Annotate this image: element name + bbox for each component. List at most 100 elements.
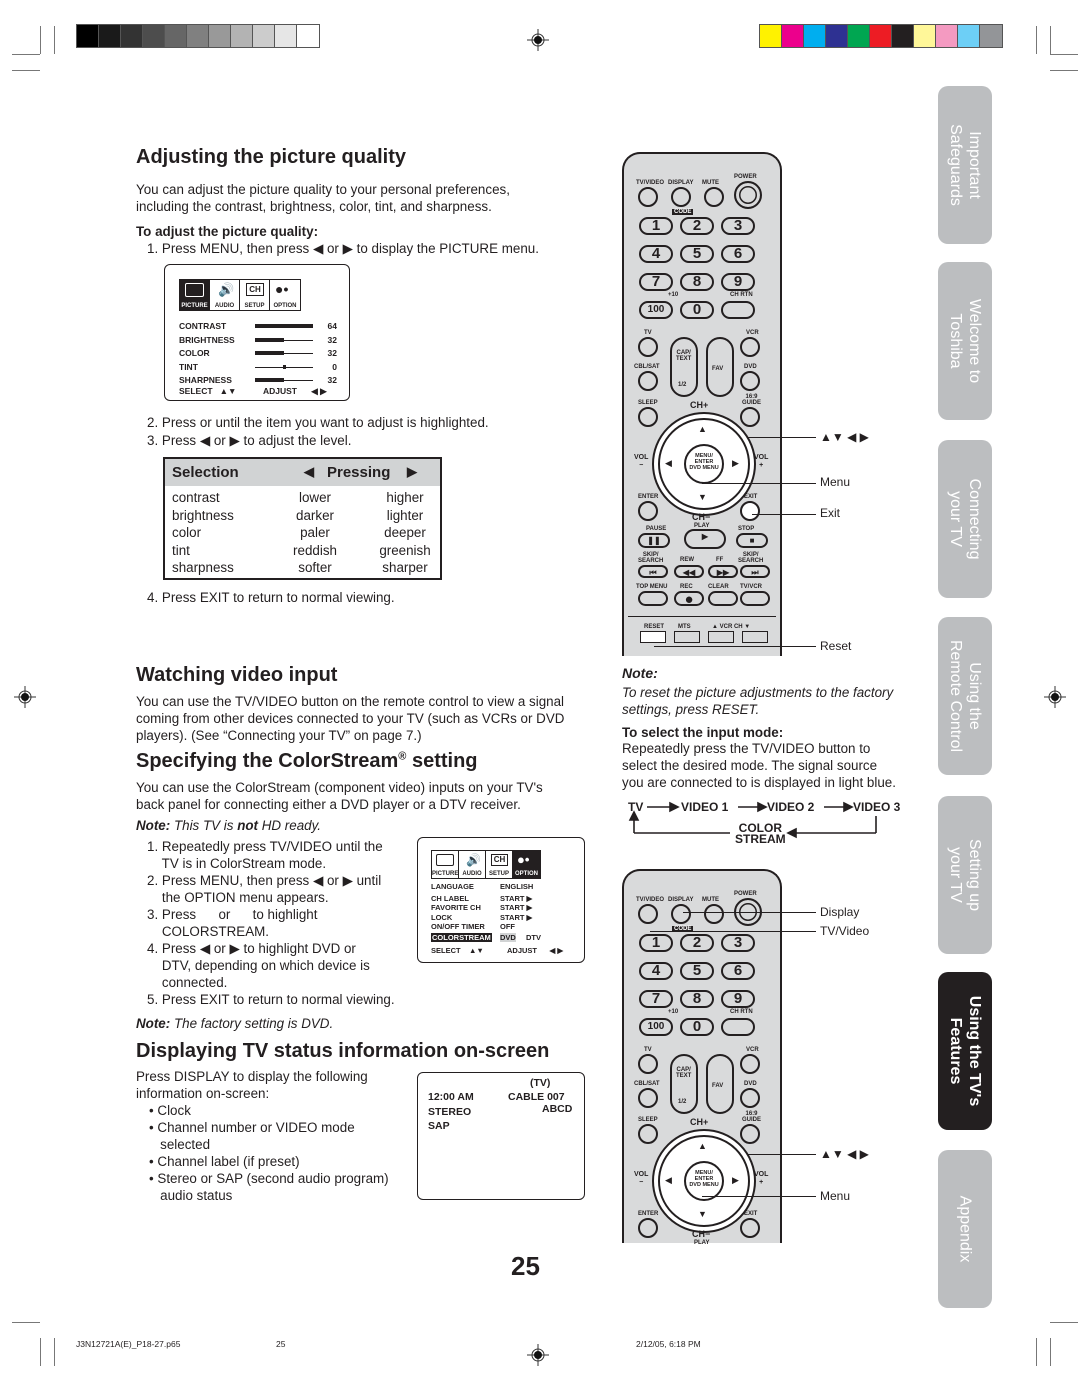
dpad-right-icon[interactable]: ▶ xyxy=(732,458,739,469)
ch-rtn-button[interactable] xyxy=(721,301,755,319)
tv-label: TV xyxy=(644,1047,652,1053)
side-tab[interactable]: Welcome to Toshiba xyxy=(938,262,992,420)
cap-text-button[interactable] xyxy=(670,1054,698,1114)
dpad-down-icon[interactable]: ▼ xyxy=(698,492,707,502)
display-button[interactable] xyxy=(671,187,691,207)
bullet-item: selected xyxy=(149,1137,211,1152)
tv-button[interactable] xyxy=(638,1054,658,1074)
power-button[interactable] xyxy=(734,181,762,209)
side-tab[interactable]: Using the TV's Features xyxy=(938,972,992,1130)
vcr-ch-down-button[interactable] xyxy=(742,631,768,643)
section-title-status-info: Displaying TV status information on-scre… xyxy=(136,1040,550,1062)
digit-6[interactable]: 6 xyxy=(721,245,755,263)
digit-4[interactable]: 4 xyxy=(639,245,673,263)
digit-2[interactable]: 2 xyxy=(680,217,714,235)
digit-7[interactable]: 7 xyxy=(639,273,673,291)
title-text: setting xyxy=(406,750,478,772)
ch-rtn-button[interactable] xyxy=(721,1018,755,1036)
exit-button[interactable] xyxy=(740,1218,760,1238)
play-button[interactable]: ▶ xyxy=(684,529,726,549)
vcr-button[interactable] xyxy=(740,337,760,357)
digit-6[interactable]: 6 xyxy=(721,962,755,980)
vcr-ch-up-button[interactable] xyxy=(708,631,734,643)
digit-8[interactable]: 8 xyxy=(680,990,714,1008)
enter-button[interactable] xyxy=(638,501,658,521)
registration-mark-icon xyxy=(14,686,36,708)
tv-video-button[interactable] xyxy=(638,187,658,207)
digit-2[interactable]: 2 xyxy=(680,934,714,952)
digit-5[interactable]: 5 xyxy=(680,245,714,263)
dvd-button[interactable] xyxy=(740,371,760,391)
enter-button[interactable] xyxy=(638,1218,658,1238)
side-tab[interactable]: Using the Remote Control xyxy=(938,617,992,775)
osd-tab-audio: 🔊 AUDIO xyxy=(459,851,486,878)
digit-1[interactable]: 1 xyxy=(639,934,673,952)
tv-vcr-button[interactable] xyxy=(740,591,770,606)
dpad-right-icon[interactable]: ▶ xyxy=(732,1175,739,1186)
rew-label: REW xyxy=(680,557,694,563)
top-menu-button[interactable] xyxy=(638,591,668,606)
digit-100[interactable]: 100 xyxy=(639,1018,673,1036)
digit-0[interactable]: 0 xyxy=(680,301,714,319)
digit-0[interactable]: 0 xyxy=(680,1018,714,1036)
cap-text-button[interactable] xyxy=(670,337,698,397)
digit-9[interactable]: 9 xyxy=(721,273,755,291)
dpad-left-icon[interactable]: ◀ xyxy=(665,458,672,469)
guide-button[interactable] xyxy=(740,407,760,427)
stop-button[interactable]: ■ xyxy=(736,533,768,548)
osd-item-label: COLOR xyxy=(179,348,210,359)
mute-button[interactable] xyxy=(704,187,724,207)
digit-100[interactable]: 100 xyxy=(639,301,673,319)
sleep-button[interactable] xyxy=(638,407,658,427)
osd-item-value: 64 xyxy=(327,321,337,331)
mute-button[interactable] xyxy=(704,904,724,924)
vol-plus-label: VOL + xyxy=(754,1171,769,1186)
dvd-button[interactable] xyxy=(740,1088,760,1108)
ff-button[interactable]: ▶▶ xyxy=(708,565,738,578)
mts-button[interactable] xyxy=(674,631,700,643)
skip-fwd-button[interactable]: ⏭ xyxy=(740,565,770,578)
skip-back-button[interactable]: ⏮ xyxy=(638,565,668,578)
clear-button[interactable] xyxy=(708,591,738,606)
osd-tab-label: OPTION xyxy=(514,871,538,877)
digit-3[interactable]: 3 xyxy=(721,934,755,952)
digit-9[interactable]: 9 xyxy=(721,990,755,1008)
selection-left-effect: darker xyxy=(296,507,334,523)
rew-button[interactable]: ◀◀ xyxy=(674,565,704,578)
cbl-sat-button[interactable] xyxy=(638,1088,658,1108)
crop-mark xyxy=(1050,70,1078,71)
dpad-up-icon[interactable]: ▲ xyxy=(698,424,707,434)
digit-8[interactable]: 8 xyxy=(680,273,714,291)
dpad-left-icon[interactable]: ◀ xyxy=(665,1175,672,1186)
digit-5[interactable]: 5 xyxy=(680,962,714,980)
digit-1[interactable]: 1 xyxy=(639,217,673,235)
digit-3[interactable]: 3 xyxy=(721,217,755,235)
vcr-button[interactable] xyxy=(740,1054,760,1074)
side-tab[interactable]: Important Safeguards xyxy=(938,86,992,244)
cbl-sat-button[interactable] xyxy=(638,371,658,391)
side-tab[interactable]: Connecting your TV xyxy=(938,440,992,598)
tv-video-button[interactable] xyxy=(638,904,658,924)
title-text: Specifying the ColorStream xyxy=(136,750,399,772)
code-label: CODE xyxy=(672,209,694,215)
tv-button[interactable] xyxy=(638,337,658,357)
dpad-down-icon[interactable]: ▼ xyxy=(698,1209,707,1219)
side-tab[interactable]: Appendix xyxy=(938,1150,992,1308)
reset-button[interactable] xyxy=(640,631,666,643)
pause-button[interactable]: ❚❚ xyxy=(638,533,670,548)
guide-button[interactable] xyxy=(740,1124,760,1144)
sleep-button[interactable] xyxy=(638,1124,658,1144)
selection-right-effect: lighter xyxy=(386,507,424,523)
digit-7[interactable]: 7 xyxy=(639,990,673,1008)
dpad-up-icon[interactable]: ▲ xyxy=(698,1141,707,1151)
grayscale-color-bar xyxy=(76,24,320,48)
rec-button[interactable]: ● xyxy=(674,591,704,607)
option-item-label: COLORSTREAM xyxy=(431,932,492,942)
enter-label: ENTER xyxy=(638,494,659,500)
side-tab[interactable]: Setting up your TV xyxy=(938,796,992,954)
display-button[interactable] xyxy=(671,904,691,924)
ff-label: FF xyxy=(716,557,724,563)
digit-4[interactable]: 4 xyxy=(639,962,673,980)
exit-button[interactable] xyxy=(740,501,760,521)
people-icon: ●• xyxy=(275,281,289,297)
